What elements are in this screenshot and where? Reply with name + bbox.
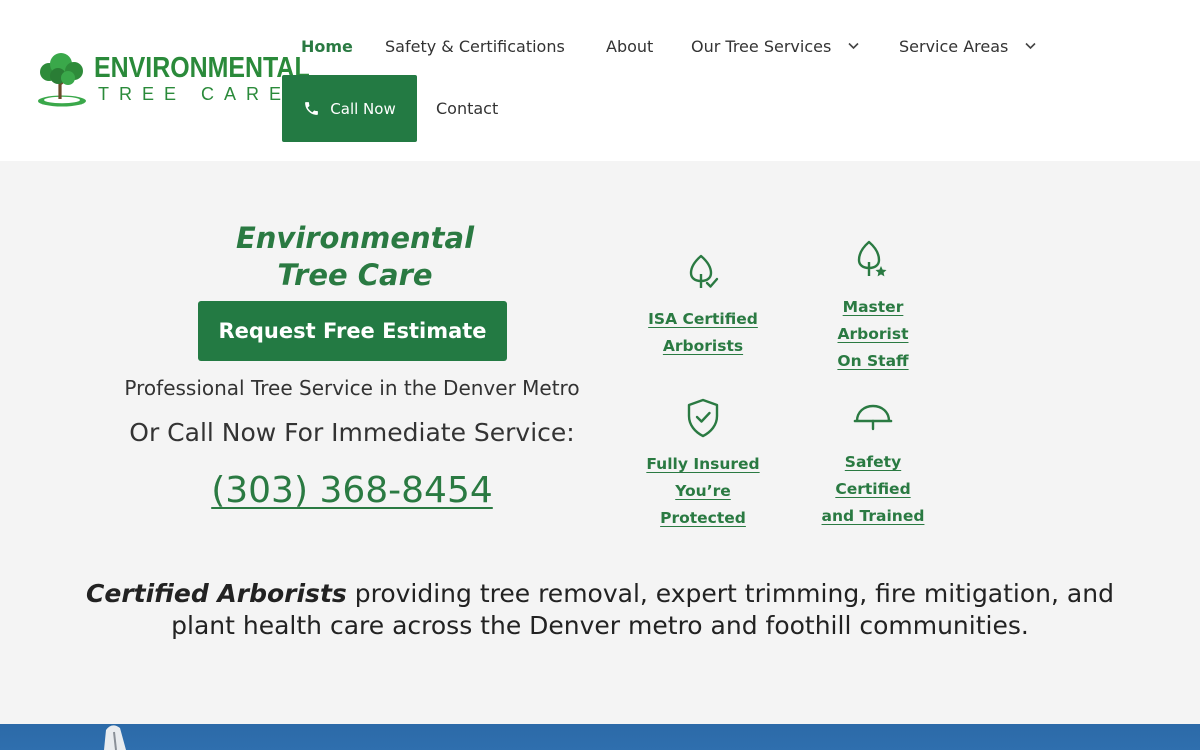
description-emphasis: Certified Arborists bbox=[86, 579, 347, 608]
feature-insured-link[interactable]: Fully Insured You’re Protected bbox=[623, 451, 783, 532]
call-now-button[interactable]: Call Now bbox=[282, 75, 417, 142]
leaf-star-icon bbox=[857, 240, 887, 277]
hard-hat-icon bbox=[853, 404, 893, 431]
feature-safety-line2: Certified bbox=[835, 480, 911, 498]
nav-tree-services-label: Our Tree Services bbox=[691, 37, 832, 56]
phone-number-link[interactable]: (303) 368-8454 bbox=[211, 470, 493, 511]
feature-master-link[interactable]: Master Arborist On Staff bbox=[793, 294, 953, 375]
leaf-check-icon bbox=[689, 254, 719, 288]
feature-isa-certified: ISA Certified Arborists bbox=[623, 252, 783, 360]
hero-brand-title: Environmental Tree Care bbox=[195, 220, 515, 294]
nav-safety-certifications[interactable]: Safety & Certifications bbox=[385, 37, 565, 57]
hero-image-band bbox=[0, 724, 1200, 750]
feature-master-line1: Master bbox=[842, 298, 904, 316]
feature-fully-insured: Fully Insured You’re Protected bbox=[623, 397, 783, 532]
nav-tree-services[interactable]: Our Tree Services bbox=[691, 37, 859, 58]
hero-image-figure bbox=[104, 725, 126, 750]
feature-insured-line2: You’re bbox=[675, 482, 731, 500]
phone-number-container: (303) 368-8454 bbox=[70, 470, 634, 511]
nav-service-areas-label: Service Areas bbox=[899, 37, 1009, 56]
services-description: Certified Arborists providing tree remov… bbox=[60, 578, 1140, 642]
feature-isa-line2: Arborists bbox=[662, 337, 744, 355]
nav-about[interactable]: About bbox=[606, 37, 653, 57]
feature-master-line3: On Staff bbox=[837, 352, 909, 370]
tree-logo-icon bbox=[38, 53, 86, 107]
feature-isa-line1: ISA Certified bbox=[648, 310, 758, 328]
call-prompt: Or Call Now For Immediate Service: bbox=[129, 418, 575, 447]
shield-check-icon bbox=[687, 398, 719, 438]
feature-insured-line1: Fully Insured bbox=[646, 455, 760, 473]
site-logo[interactable]: ENVIRONMENTAL TREE CARE bbox=[36, 50, 310, 108]
nav-home[interactable]: Home bbox=[301, 37, 353, 57]
logo-text-bottom: TREE CARE bbox=[98, 84, 292, 104]
phone-icon bbox=[305, 102, 319, 115]
chevron-down-icon bbox=[1025, 38, 1037, 58]
nav-contact[interactable]: Contact bbox=[436, 99, 498, 119]
feature-insured-line3: Protected bbox=[660, 509, 746, 527]
chevron-down-icon bbox=[848, 38, 859, 58]
feature-safety-certified: Safety Certified and Trained bbox=[793, 401, 953, 530]
feature-safety-line3: and Trained bbox=[821, 507, 925, 525]
nav-service-areas[interactable]: Service Areas bbox=[899, 37, 1037, 58]
feature-safety-line1: Safety bbox=[844, 453, 902, 471]
hero-brand-line1: Environmental bbox=[235, 221, 475, 255]
feature-master-line2: Arborist bbox=[837, 325, 909, 343]
hero-brand-line2: Tree Care bbox=[277, 258, 433, 292]
request-estimate-button[interactable]: Request Free Estimate bbox=[198, 301, 507, 361]
call-now-label: Call Now bbox=[330, 99, 396, 118]
feature-master-arborist: Master Arborist On Staff bbox=[793, 238, 953, 375]
logo-text-top: ENVIRONMENTAL bbox=[94, 52, 310, 84]
feature-safety-link[interactable]: Safety Certified and Trained bbox=[793, 449, 953, 530]
feature-isa-link[interactable]: ISA Certified Arborists bbox=[623, 306, 783, 360]
site-header: ENVIRONMENTAL TREE CARE Home Safety & Ce… bbox=[0, 0, 1200, 161]
hero-tagline: Professional Tree Service in the Denver … bbox=[124, 376, 580, 400]
